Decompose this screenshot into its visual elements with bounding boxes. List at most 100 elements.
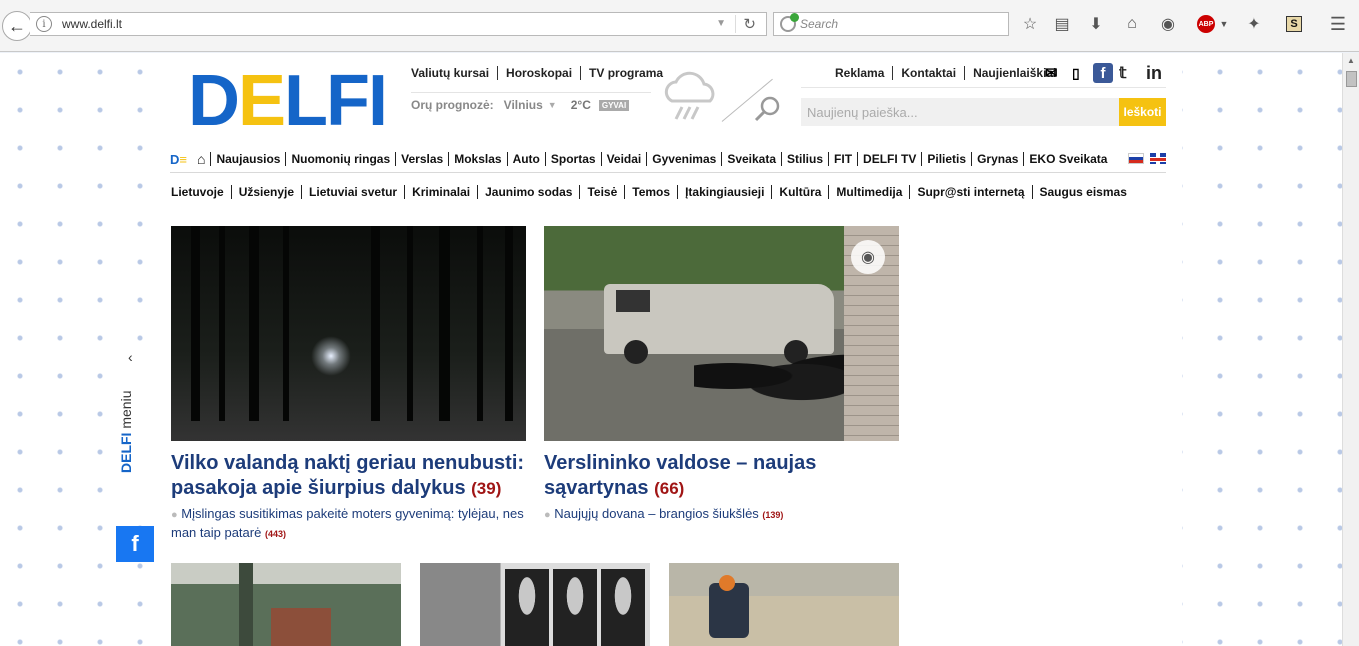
hamburger-menu-icon[interactable]: ☰ <box>1328 14 1348 34</box>
back-arrow-icon[interactable]: ← <box>2 11 32 41</box>
side-menu-label[interactable]: DELFI meniu <box>118 391 134 473</box>
portrait-shape <box>505 569 549 646</box>
search-engine-icon[interactable] <box>780 13 799 32</box>
related-comment-count[interactable]: (139) <box>762 510 783 520</box>
search-button[interactable]: Ieškoti <box>1119 98 1166 126</box>
subnav-item[interactable]: Saugus eismas <box>1031 185 1134 199</box>
de-label: D <box>170 151 180 167</box>
nav-item[interactable]: FIT <box>828 152 857 166</box>
nav-item[interactable]: Pilietis <box>921 152 971 166</box>
nav-item[interactable]: Auto <box>506 152 545 166</box>
facebook-share-icon[interactable]: f <box>116 526 154 562</box>
subnav-item[interactable]: Multimedija <box>828 185 909 199</box>
browser-toolbar: ← i www.delfi.lt ▼ ↻ Search ☆ ▤ ⬇ ⌂ ◉ AB… <box>0 0 1359 52</box>
nav-item[interactable]: Mokslas <box>448 152 506 166</box>
side-menu-tab[interactable]: ‹ DELFI meniu <box>116 343 154 525</box>
adblock-dropdown-icon[interactable]: ▼ <box>1214 14 1234 34</box>
article-image[interactable]: ◉ <box>544 226 899 441</box>
article-card: ◉ Verslininko valdose – naujas sąvartyna… <box>544 226 899 524</box>
subnav-item[interactable]: Kriminalai <box>404 185 477 199</box>
nav-item[interactable]: DELFI TV <box>857 152 921 166</box>
search-magnifier-icon[interactable] <box>753 95 781 123</box>
mobile-icon[interactable]: ▯ <box>1072 64 1080 82</box>
comment-count[interactable]: (39) <box>471 479 501 498</box>
nav-item[interactable]: Sportas <box>544 152 601 166</box>
nav-item[interactable]: Grynas <box>971 152 1023 166</box>
de-logo-icon[interactable]: D≡ <box>170 152 187 167</box>
delfi-logo[interactable]: DELFI <box>188 65 388 137</box>
bullet-icon: ● <box>171 509 178 521</box>
extension-s-icon[interactable]: S <box>1284 14 1304 34</box>
comment-count[interactable]: (66) <box>654 479 684 498</box>
tree-shape <box>191 226 200 421</box>
download-icon[interactable]: ⬇ <box>1086 14 1106 34</box>
sub-nav: Lietuvoje Užsienyje Lietuviai svetur Kri… <box>171 185 1134 199</box>
twitter-icon[interactable]: 𝕥 <box>1119 64 1126 82</box>
right-link[interactable]: Kontaktai <box>892 66 964 80</box>
dropdown-arrow-icon[interactable]: ▼ <box>716 18 726 29</box>
home-icon[interactable]: ⌂ <box>1122 14 1142 34</box>
related-link[interactable]: ● Mįslingas susitikimas pakeitė moters g… <box>171 505 526 543</box>
right-link[interactable]: Reklama <box>827 66 892 80</box>
logo-e: E <box>238 61 286 141</box>
nav-item[interactable]: Stilius <box>781 152 828 166</box>
browser-search-input[interactable]: Search <box>773 12 1009 36</box>
subnav-item[interactable]: Temos <box>624 185 677 199</box>
site-search-input[interactable]: Naujienų paieška... <box>801 98 1119 126</box>
weather-city[interactable]: Vilnius <box>504 98 543 112</box>
nav-item[interactable]: Sveikata <box>721 152 781 166</box>
rain-cloud-icon <box>664 71 715 120</box>
adblock-icon[interactable]: ABP <box>1196 14 1216 34</box>
live-badge[interactable]: GYVAI <box>598 99 630 111</box>
subnav-item[interactable]: Jaunimo sodas <box>477 185 579 199</box>
home-icon[interactable]: ⌂ <box>197 151 210 167</box>
article-title[interactable]: Vilko valandą naktį geriau nenubusti: pa… <box>171 451 526 501</box>
subnav-item[interactable]: Įtakingiausieji <box>677 185 771 199</box>
related-text[interactable]: Mįslingas susitikimas pakeitė moters gyv… <box>171 506 524 540</box>
subnav-item[interactable]: Supr@sti internetą <box>909 185 1031 199</box>
nav-item[interactable]: EKO Sveikata <box>1023 152 1112 166</box>
subnav-item[interactable]: Teisė <box>579 185 624 199</box>
article-thumbnail[interactable] <box>420 563 650 646</box>
scroll-up-icon[interactable]: ▲ <box>1347 56 1355 65</box>
subnav-item[interactable]: Lietuviai svetur <box>301 185 404 199</box>
extension-icon[interactable]: ✦ <box>1244 14 1264 34</box>
weather-label: Orų prognozė: <box>411 98 494 112</box>
chevron-left-icon[interactable]: ‹ <box>128 349 133 365</box>
vertical-scrollbar[interactable]: ▲ <box>1342 53 1359 646</box>
article-thumbnail[interactable] <box>669 563 899 646</box>
nav-item[interactable]: Naujausios <box>210 152 285 166</box>
pocket-icon[interactable]: ◉ <box>1158 14 1178 34</box>
bookmark-star-icon[interactable]: ☆ <box>1020 14 1040 34</box>
reading-list-icon[interactable]: ▤ <box>1052 14 1072 34</box>
top-link[interactable]: Horoskopai <box>497 66 580 80</box>
linkedin-icon[interactable]: in <box>1146 63 1162 83</box>
top-links: Valiutų kursai Horoskopai TV programa <box>411 66 671 80</box>
address-bar[interactable]: i www.delfi.lt ▼ ↻ <box>30 12 767 36</box>
russian-flag-icon[interactable] <box>1128 153 1144 164</box>
related-text[interactable]: Naujųjų dovana – brangios šiukšlės <box>554 506 759 521</box>
chevron-down-icon[interactable]: ▼ <box>548 100 557 110</box>
nav-item[interactable]: Gyvenimas <box>646 152 721 166</box>
logo-d: D <box>188 61 240 141</box>
nav-item[interactable]: Nuomonių ringas <box>285 152 395 166</box>
related-comment-count[interactable]: (443) <box>265 529 286 539</box>
language-flags <box>1128 153 1166 164</box>
facebook-icon[interactable]: f <box>1093 63 1113 83</box>
subnav-item[interactable]: Užsienyje <box>230 185 301 199</box>
top-link[interactable]: Valiutų kursai <box>411 66 497 80</box>
info-icon[interactable]: i <box>36 16 52 32</box>
envelope-icon[interactable]: ✉ <box>1045 64 1058 82</box>
subnav-item[interactable]: Lietuvoje <box>171 185 231 199</box>
divider <box>411 92 651 93</box>
article-title[interactable]: Verslininko valdose – naujas sąvartynas … <box>544 451 899 501</box>
reload-icon[interactable]: ↻ <box>743 15 756 33</box>
subnav-item[interactable]: Kultūra <box>771 185 828 199</box>
related-link[interactable]: ● Naujųjų dovana – brangios šiukšlės (13… <box>544 505 899 524</box>
nav-item[interactable]: Verslas <box>395 152 448 166</box>
article-thumbnail[interactable] <box>171 563 401 646</box>
uk-flag-icon[interactable] <box>1150 153 1166 164</box>
nav-item[interactable]: Veidai <box>600 152 647 166</box>
article-image[interactable] <box>171 226 526 441</box>
scroll-thumb[interactable] <box>1346 71 1357 87</box>
